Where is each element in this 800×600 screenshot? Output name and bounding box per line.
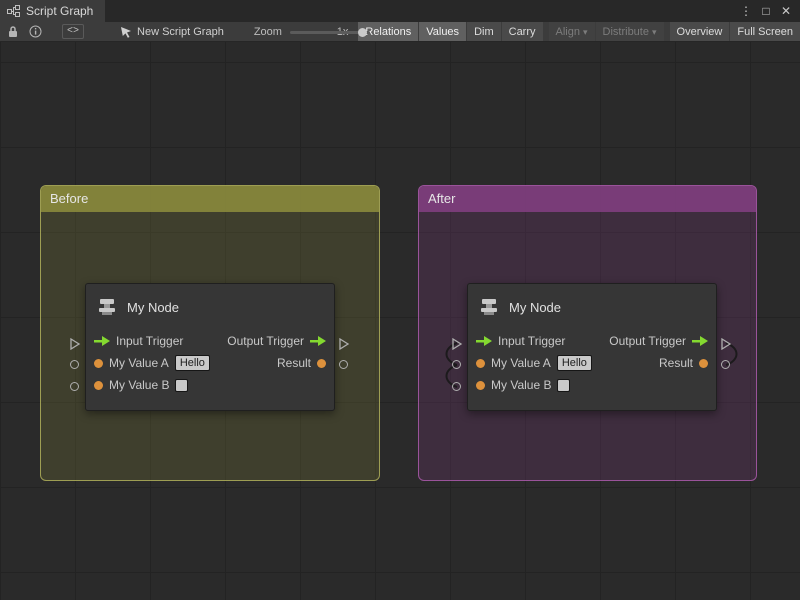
fullscreen-button[interactable]: Full Screen <box>730 22 800 42</box>
graph-name-label[interactable]: New Script Graph <box>137 26 224 38</box>
flow-output-port-icon[interactable] <box>692 336 708 346</box>
value-a-field[interactable]: Hello <box>557 355 592 371</box>
graph-value-a-port-icon[interactable] <box>452 360 461 369</box>
node-my-node-after[interactable]: My Node Input Trigger Output Trigger <box>467 283 717 411</box>
trigger-row: Input Trigger Output Trigger <box>468 330 716 352</box>
value-a-label: My Value A <box>109 356 169 370</box>
input-trigger-label: Input Trigger <box>498 334 565 348</box>
graph-output-trigger-port-icon[interactable] <box>338 337 350 355</box>
zoom-label: Zoom <box>254 26 282 38</box>
graph-value-b-port-icon[interactable] <box>452 382 461 391</box>
tab-title: Script Graph <box>26 4 93 18</box>
value-b-label: My Value B <box>491 378 551 392</box>
value-a-row: My Value A Hello Result <box>86 352 334 374</box>
chevron-down-icon: ▾ <box>583 27 588 37</box>
node-my-node-before[interactable]: My Node Input Trigger Output Trigger <box>85 283 335 411</box>
graph-icon <box>7 5 20 17</box>
trigger-row: Input Trigger Output Trigger <box>86 330 334 352</box>
window-controls: ⋮ □ ✕ <box>738 4 800 18</box>
chevron-down-icon: ▾ <box>652 27 657 37</box>
value-a-port-icon[interactable] <box>94 359 103 368</box>
graph-input-trigger-port-icon[interactable] <box>451 337 463 355</box>
align-dropdown: Align▾ <box>549 22 595 42</box>
info-icon[interactable] <box>29 25 42 38</box>
zoom-slider[interactable] <box>290 25 331 39</box>
graph-canvas[interactable]: Before After <box>0 42 800 600</box>
group-after-title: After <box>428 191 455 206</box>
graph-result-port-icon[interactable] <box>721 360 730 369</box>
graph-input-trigger-port-icon[interactable] <box>69 337 81 355</box>
flow-output-port-icon[interactable] <box>310 336 326 346</box>
value-b-label: My Value B <box>109 378 169 392</box>
flow-input-port-icon[interactable] <box>476 336 492 346</box>
node-title: My Node <box>509 300 561 315</box>
result-port-icon[interactable] <box>699 359 708 368</box>
group-before-header[interactable]: Before <box>41 186 379 212</box>
group-before-title: Before <box>50 191 88 206</box>
output-trigger-label: Output Trigger <box>609 334 686 348</box>
node-icon <box>96 296 118 318</box>
node-icon <box>478 296 500 318</box>
value-a-row: My Value A Hello Result <box>468 352 716 374</box>
zoom-slider-knob[interactable] <box>358 28 367 37</box>
value-b-row: My Value B <box>468 374 716 396</box>
value-b-port-icon[interactable] <box>476 381 485 390</box>
node-header[interactable]: My Node <box>86 284 334 330</box>
result-label: Result <box>277 356 311 370</box>
kebab-menu-icon[interactable]: ⋮ <box>738 4 754 18</box>
script-graph-window: Script Graph ⋮ □ ✕ <> <box>0 0 800 600</box>
tab-script-graph[interactable]: Script Graph <box>0 0 105 22</box>
close-icon[interactable]: ✕ <box>778 4 794 18</box>
code-view-icon[interactable]: <> <box>62 24 84 39</box>
graph-result-port-icon[interactable] <box>339 360 348 369</box>
overview-button[interactable]: Overview <box>670 22 730 42</box>
tab-bar: Script Graph ⋮ □ ✕ <box>0 0 800 22</box>
value-a-label: My Value A <box>491 356 551 370</box>
values-button[interactable]: Values <box>419 22 466 42</box>
result-port-icon[interactable] <box>317 359 326 368</box>
graph-toolbar: <> New Script Graph Zoom 1x Relations Va… <box>0 22 800 42</box>
flow-input-port-icon[interactable] <box>94 336 110 346</box>
node-header[interactable]: My Node <box>468 284 716 330</box>
value-b-row: My Value B <box>86 374 334 396</box>
value-b-field[interactable] <box>175 379 188 392</box>
value-a-port-icon[interactable] <box>476 359 485 368</box>
group-after-header[interactable]: After <box>419 186 756 212</box>
input-trigger-label: Input Trigger <box>116 334 183 348</box>
output-trigger-label: Output Trigger <box>227 334 304 348</box>
graph-value-a-port-icon[interactable] <box>70 360 79 369</box>
distribute-dropdown: Distribute▾ <box>596 22 664 42</box>
carry-button[interactable]: Carry <box>502 22 543 42</box>
graph-asset-icon <box>120 26 132 38</box>
result-label: Result <box>659 356 693 370</box>
graph-value-b-port-icon[interactable] <box>70 382 79 391</box>
graph-output-trigger-port-icon[interactable] <box>720 337 732 355</box>
maximize-icon[interactable]: □ <box>758 4 774 18</box>
value-b-field[interactable] <box>557 379 570 392</box>
node-title: My Node <box>127 300 179 315</box>
lock-icon[interactable] <box>7 25 19 38</box>
dim-button[interactable]: Dim <box>467 22 501 42</box>
value-b-port-icon[interactable] <box>94 381 103 390</box>
toolbar-buttons: Relations Values Dim Carry Align▾ Distri… <box>358 22 800 42</box>
value-a-field[interactable]: Hello <box>175 355 210 371</box>
